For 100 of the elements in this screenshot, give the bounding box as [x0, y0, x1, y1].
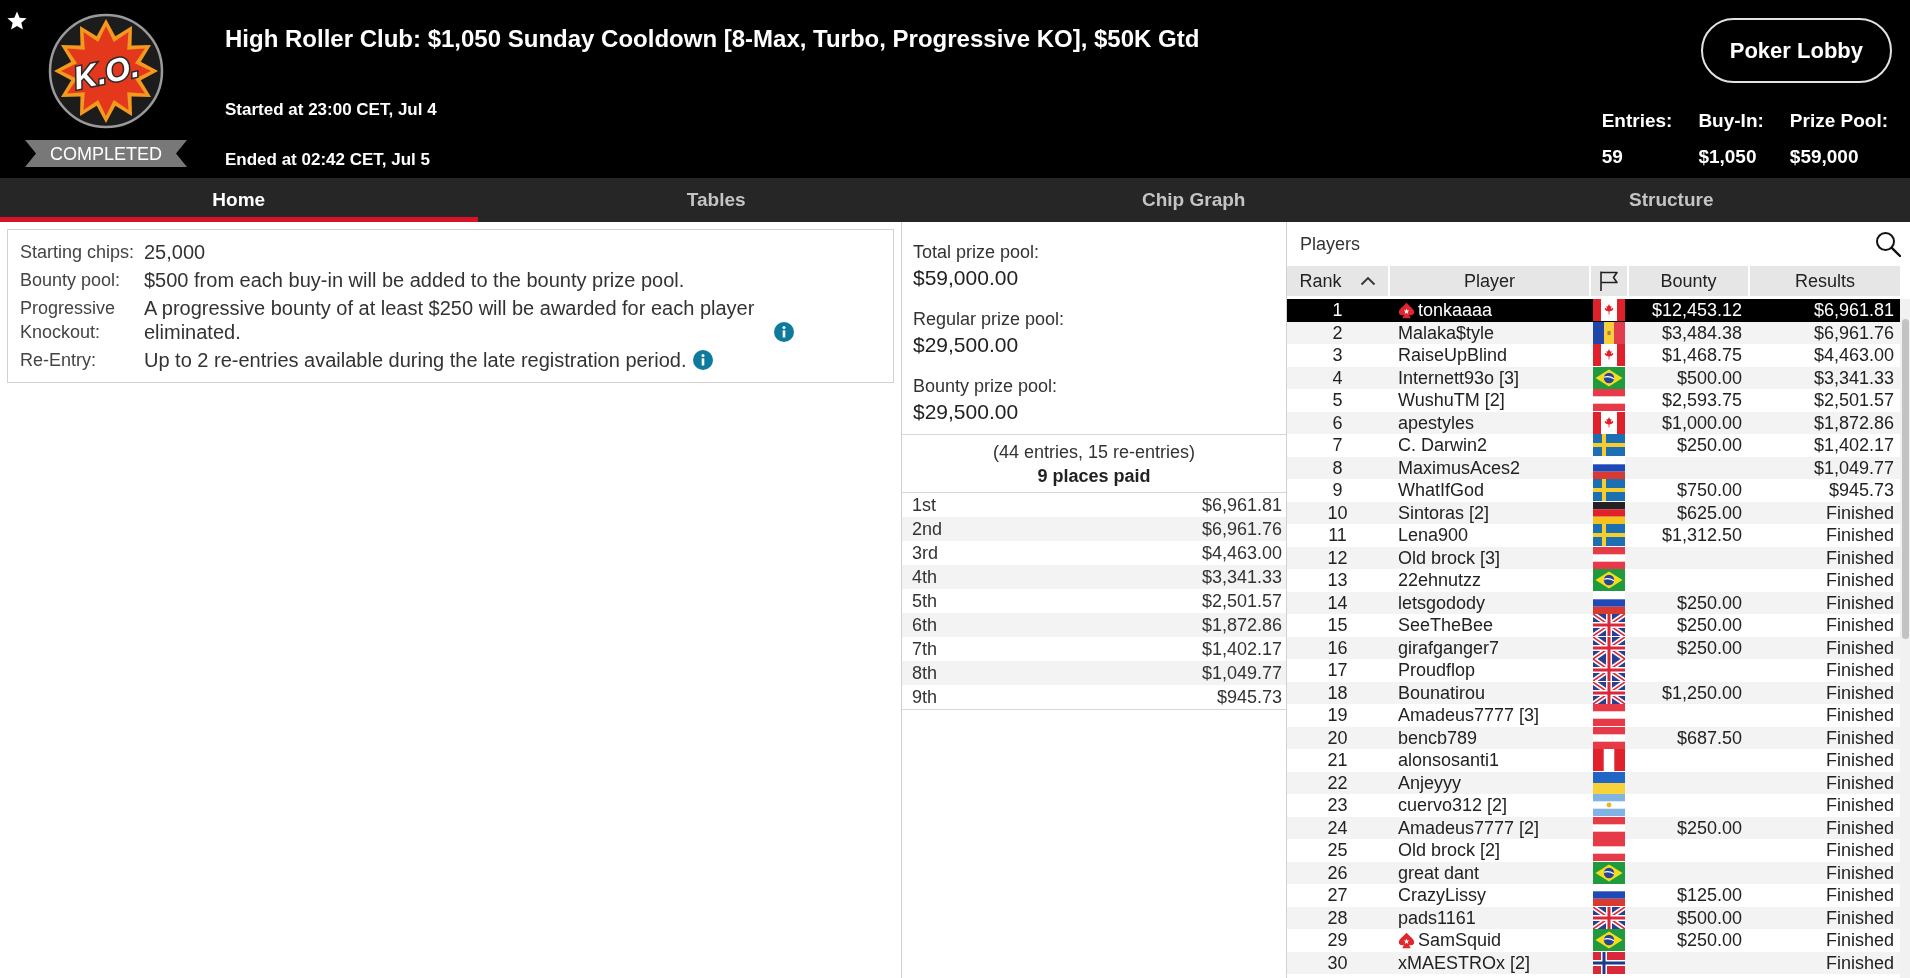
- entries-summary: (44 entries, 15 re-entries): [991, 441, 1197, 464]
- poker-lobby-button[interactable]: Poker Lobby: [1700, 18, 1892, 83]
- player-name: Amadeus7777 [3]: [1398, 704, 1540, 727]
- info-icon[interactable]: [774, 322, 794, 342]
- column-header[interactable]: Rank: [1287, 266, 1388, 296]
- tab[interactable]: Chip Graph: [955, 178, 1433, 222]
- rank-cell-text: 22: [1326, 771, 1349, 794]
- flag-icon: [1593, 366, 1625, 389]
- payout-amount: $6,961.76: [1201, 518, 1282, 540]
- player-row[interactable]: 16 girafganger7 $250.00 Finished: [1287, 636, 1900, 659]
- info-icon[interactable]: [692, 350, 713, 370]
- result-cell-text: Finished: [1824, 771, 1895, 794]
- rank-cell-text: 15: [1326, 614, 1349, 637]
- result-cell-text: Finished: [1824, 614, 1895, 637]
- player-name: CrazyLissy: [1398, 884, 1486, 907]
- column-header[interactable]: [1591, 266, 1627, 296]
- player-row[interactable]: 10 Sintoras [2] $625.00 Finished: [1287, 501, 1900, 524]
- player-name: Proudflop: [1398, 659, 1476, 682]
- flag-icon: [1593, 389, 1625, 412]
- stat-value: 59: [1601, 146, 1624, 168]
- flag-icon: [1593, 591, 1625, 614]
- tab[interactable]: Tables: [477, 178, 955, 222]
- rank-cell-text: 24: [1326, 816, 1349, 839]
- payout-place: 8th: [912, 662, 938, 684]
- player-name: Internett93o [3]: [1398, 366, 1520, 389]
- detail-label: Starting chips:: [20, 241, 136, 264]
- player-name: MaximusAces2: [1398, 456, 1521, 479]
- bounty-cell-text: $1,468.75: [1660, 344, 1743, 367]
- player-name: Old brock [2]: [1398, 839, 1501, 862]
- player-row[interactable]: 20 bencb789 $687.50 Finished: [1287, 726, 1900, 749]
- flag-icon: [1593, 411, 1625, 434]
- player-row[interactable]: 4 Internett93o [3] $500.00 $3,341.33: [1287, 366, 1900, 389]
- player-row[interactable]: 22 Anjeyyy Finished: [1287, 771, 1900, 794]
- player-name: WushuTM [2]: [1398, 389, 1505, 412]
- rank-cell-text: 20: [1326, 726, 1349, 749]
- result-cell-text: Finished: [1824, 794, 1895, 817]
- player-row[interactable]: 8 MaximusAces2 $1,049.77: [1287, 456, 1900, 479]
- flag-icon: [1593, 614, 1625, 637]
- player-row[interactable]: 12 Old brock [3] Finished: [1287, 546, 1900, 569]
- column-header[interactable]: Results: [1750, 266, 1900, 296]
- player-row[interactable]: 24 Amadeus7777 [2] $250.00 Finished: [1287, 816, 1900, 839]
- payout-amount: $945.73: [1216, 686, 1282, 708]
- payout-place: 6th: [912, 614, 938, 636]
- payout-amount: $3,341.33: [1201, 566, 1282, 588]
- player-name: Lena900: [1398, 524, 1469, 547]
- search-icon[interactable]: [1875, 231, 1901, 257]
- payout-place: 1st: [912, 494, 936, 516]
- end-time: Ended at 02:42 CET, Jul 5: [225, 149, 430, 171]
- player-row[interactable]: 1 tonkaaaa $12,453.12 $6,961.81: [1287, 299, 1900, 322]
- player-row[interactable]: 2 Malaka$tyle $3,484.38 $6,961.76: [1287, 321, 1900, 344]
- player-name: WhatIfGod: [1398, 479, 1485, 502]
- player-name: apestyles: [1398, 411, 1475, 434]
- player-row[interactable]: 30 xMAESTROx [2] Finished: [1287, 951, 1900, 974]
- stat-value: $59,000: [1789, 146, 1860, 168]
- column-header[interactable]: Bounty: [1629, 266, 1748, 296]
- player-row[interactable]: 28 pads1161 $500.00 Finished: [1287, 906, 1900, 929]
- column-header[interactable]: Player: [1390, 266, 1589, 296]
- rank-cell-text: 6: [1331, 411, 1344, 434]
- tab[interactable]: Structure: [1432, 178, 1910, 222]
- flag-icon: [1593, 569, 1625, 592]
- player-name: 22ehnutzz: [1398, 569, 1482, 592]
- places-paid: 9 places paid: [1036, 465, 1152, 488]
- bounty-cell-text: $687.50: [1675, 726, 1743, 749]
- player-row[interactable]: 18 Bounatirou $1,250.00 Finished: [1287, 681, 1900, 704]
- flag-icon: [1593, 951, 1625, 974]
- stat-value: $1,050: [1698, 146, 1758, 168]
- star-icon[interactable]: [6, 10, 28, 32]
- flag-icon: [1593, 771, 1625, 794]
- player-row[interactable]: 14 letsgodody $250.00 Finished: [1287, 591, 1900, 614]
- flag-icon: [1593, 636, 1625, 659]
- rank-cell-text: 3: [1331, 344, 1344, 367]
- scrollbar-thumb[interactable]: [1902, 319, 1909, 639]
- bounty-cell-text: $125.00: [1675, 884, 1743, 907]
- rank-cell-text: 13: [1326, 569, 1349, 592]
- rank-cell-text: 16: [1326, 636, 1349, 659]
- payout-place: 4th: [912, 566, 938, 588]
- result-cell-text: Finished: [1824, 501, 1895, 524]
- pool-amount: $59,000.00: [913, 265, 1020, 291]
- flag-icon: [1593, 906, 1625, 929]
- stat-label: Entries:: [1601, 110, 1673, 132]
- tab[interactable]: Home: [0, 178, 478, 222]
- player-name: pads1161: [1398, 906, 1476, 929]
- player-name: SamSquid: [1418, 929, 1502, 952]
- bounty-cell-text: $250.00: [1675, 591, 1743, 614]
- player-name: Malaka$tyle: [1398, 321, 1495, 344]
- rank-cell-text: 8: [1331, 456, 1344, 479]
- scrollbar[interactable]: [1900, 299, 1910, 978]
- bounty-cell-text: $250.00: [1675, 816, 1743, 839]
- player-name: RaiseUpBlind: [1398, 344, 1508, 367]
- flag-icon: [1593, 929, 1625, 952]
- pool-amount: $29,500.00: [913, 332, 1020, 358]
- payout-amount: $1,049.77: [1201, 662, 1282, 684]
- player-name: SeeTheBee: [1398, 614, 1494, 637]
- player-row[interactable]: 6 apestyles $1,000.00 $1,872.86: [1287, 411, 1900, 434]
- player-row[interactable]: 26 great dant Finished: [1287, 861, 1900, 884]
- bounty-cell-text: $250.00: [1675, 614, 1743, 637]
- detail-label: Bounty pool:: [20, 269, 122, 292]
- flag-icon: [1593, 321, 1625, 344]
- rank-cell-text: 12: [1326, 546, 1349, 569]
- flag-icon: [1593, 681, 1625, 704]
